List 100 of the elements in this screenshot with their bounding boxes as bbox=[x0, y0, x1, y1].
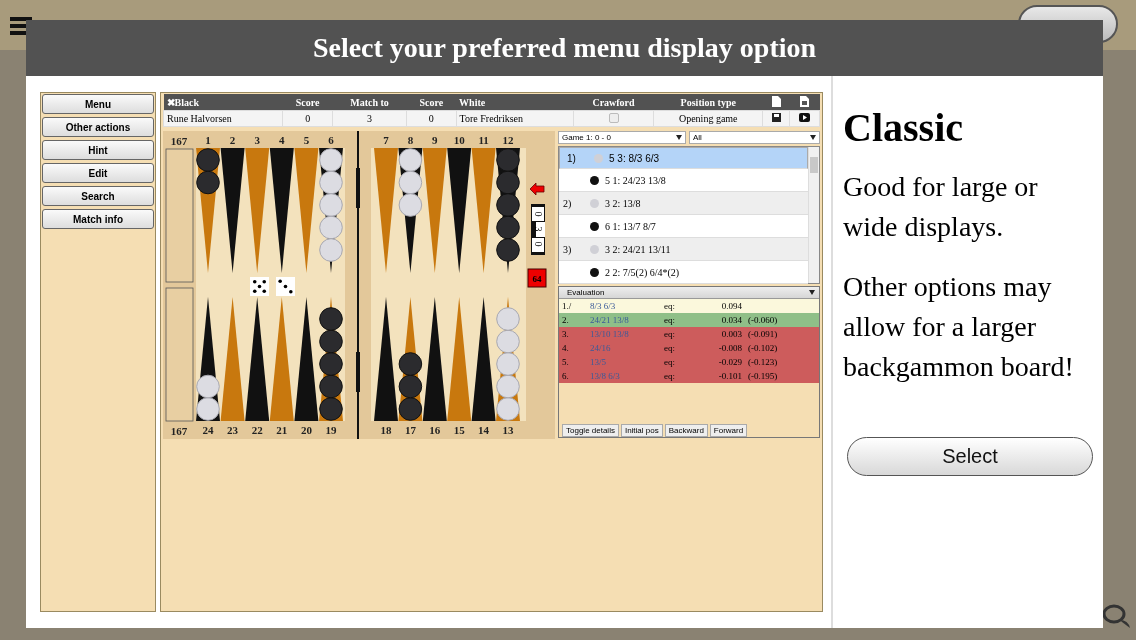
navigation-button[interactable]: Initial pos bbox=[620, 424, 663, 437]
move-text: 13/10 13/8 bbox=[590, 329, 630, 339]
caret-icon[interactable] bbox=[676, 135, 682, 140]
doubling-cube bbox=[527, 268, 547, 288]
move-row[interactable]: 3) 3 2: 24/21 13/11 bbox=[559, 238, 808, 261]
arrow-icon bbox=[529, 182, 545, 196]
score-marker-text: 0 bbox=[533, 211, 544, 217]
scrollbar[interactable] bbox=[808, 147, 819, 283]
option-note: Other options may allow for a larger backgammon board! bbox=[843, 270, 1075, 384]
equity-value: 0.094 bbox=[720, 301, 743, 311]
move-text: 3 2: 13/8 bbox=[605, 197, 642, 209]
score-marker-text: 3 bbox=[533, 226, 544, 232]
point-number: 24 bbox=[202, 424, 214, 436]
point-number: 4 bbox=[279, 134, 285, 146]
table-cell: Rune Halvorsen bbox=[163, 110, 283, 127]
move-text: 24/16 bbox=[590, 343, 612, 353]
option-description: Good for large or wide displays. bbox=[843, 170, 1039, 244]
column-header: White bbox=[456, 94, 574, 111]
point-number: 6 bbox=[328, 134, 334, 146]
table-cell: 0 bbox=[282, 110, 333, 127]
column-header: Crawford bbox=[573, 94, 654, 111]
equity-label: eq: bbox=[664, 329, 676, 339]
point-number: 11 bbox=[478, 134, 489, 146]
move-text: 6 1: 13/7 8/7 bbox=[605, 220, 657, 232]
equity-label: eq: bbox=[664, 357, 676, 367]
point-number: 12 bbox=[502, 134, 514, 146]
menu-button[interactable]: Other actions bbox=[42, 117, 154, 137]
point-number: 1 bbox=[205, 134, 211, 146]
caret-icon[interactable] bbox=[810, 135, 816, 140]
equity-value: -0.008 bbox=[717, 343, 743, 353]
rank-text: 1./ bbox=[562, 301, 573, 311]
equity-label: eq: bbox=[664, 371, 676, 381]
column-header: ✖Black bbox=[163, 94, 283, 111]
rank-text: 2. bbox=[562, 315, 570, 325]
select-button[interactable]: Select bbox=[847, 437, 1093, 476]
point-number: 21 bbox=[276, 424, 288, 436]
point-number: 8 bbox=[407, 134, 414, 146]
rank-text: 3. bbox=[562, 329, 570, 339]
point-number: 16 bbox=[429, 424, 441, 436]
point-number: 7 bbox=[383, 134, 389, 146]
move-number: 3) bbox=[562, 243, 573, 255]
navigation-button[interactable]: Toggle details bbox=[562, 424, 619, 437]
pip-count: 167 bbox=[170, 425, 188, 437]
point-number: 15 bbox=[453, 424, 465, 436]
table-cell: Opening game bbox=[653, 110, 763, 127]
point-number: 17 bbox=[404, 424, 416, 436]
column-header: Score bbox=[282, 94, 333, 111]
move-text: 5 1: 24/23 13/8 bbox=[605, 174, 667, 186]
save-icon[interactable] bbox=[771, 113, 781, 122]
option-title: Classic bbox=[843, 104, 964, 151]
equity-difference: (-0.195) bbox=[748, 371, 779, 381]
menu-button[interactable]: Match info bbox=[42, 209, 154, 229]
crawford-checkbox[interactable] bbox=[608, 112, 619, 123]
point-number: 22 bbox=[251, 424, 263, 436]
move-row[interactable]: 1) 5 3: 8/3 6/3 bbox=[559, 147, 808, 169]
document-icon[interactable] bbox=[800, 95, 809, 107]
score-marker-text: 0 bbox=[533, 241, 544, 247]
point-number: 19 bbox=[325, 424, 337, 436]
game-select[interactable]: Game 1: 0 - 0 bbox=[558, 131, 686, 144]
evaluation-select[interactable]: Evaluation bbox=[559, 287, 819, 299]
play-icon[interactable] bbox=[799, 113, 810, 122]
rank-text: 6. bbox=[562, 371, 570, 381]
point-number: 9 bbox=[432, 134, 438, 146]
equity-value: 0.034 bbox=[720, 315, 743, 325]
table-cell: Tore Fredriksen bbox=[456, 110, 574, 127]
move-text: 8/3 6/3 bbox=[590, 301, 617, 311]
caret-icon[interactable] bbox=[809, 290, 815, 295]
point-number: 18 bbox=[380, 424, 392, 436]
dialog-title: Select your preferred menu display option bbox=[26, 20, 1103, 76]
move-number: 2) bbox=[562, 197, 573, 209]
filter-select[interactable]: All bbox=[689, 131, 820, 144]
equity-difference: (-0.091) bbox=[748, 329, 779, 339]
menu-button[interactable]: Search bbox=[42, 186, 154, 206]
point-number: 10 bbox=[453, 134, 465, 146]
move-text: 3 2: 24/21 13/11 bbox=[605, 243, 672, 255]
point-number: 13 bbox=[502, 424, 514, 436]
column-header: Score bbox=[406, 94, 457, 111]
pip-count: 167 bbox=[170, 135, 188, 147]
navigation-button[interactable]: Forward bbox=[709, 424, 748, 437]
equity-difference: (-0.123) bbox=[748, 357, 779, 367]
point-number: 20 bbox=[300, 424, 312, 436]
menu-button[interactable]: Menu bbox=[42, 94, 154, 114]
menu-button[interactable]: Hint bbox=[42, 140, 154, 160]
point-number: 2 bbox=[229, 134, 236, 146]
equity-difference: (-0.060) bbox=[748, 315, 779, 325]
equity-value: -0.101 bbox=[717, 371, 743, 381]
rank-text: 4. bbox=[562, 343, 570, 353]
move-number: 1) bbox=[566, 152, 577, 164]
move-text: 5 3: 8/3 6/3 bbox=[609, 152, 661, 164]
rank-text: 5. bbox=[562, 357, 570, 367]
move-row[interactable]: 2) 3 2: 13/8 bbox=[559, 192, 808, 215]
move-text: 13/8 6/3 bbox=[590, 371, 621, 381]
equity-label: eq: bbox=[664, 343, 676, 353]
navigation-button[interactable]: Backward bbox=[664, 424, 708, 437]
point-number: 23 bbox=[227, 424, 239, 436]
menu-button[interactable]: Edit bbox=[42, 163, 154, 183]
equity-label: eq: bbox=[664, 315, 676, 325]
point-number: 14 bbox=[478, 424, 490, 436]
document-icon[interactable] bbox=[771, 95, 781, 107]
column-header: Position type bbox=[653, 94, 763, 111]
